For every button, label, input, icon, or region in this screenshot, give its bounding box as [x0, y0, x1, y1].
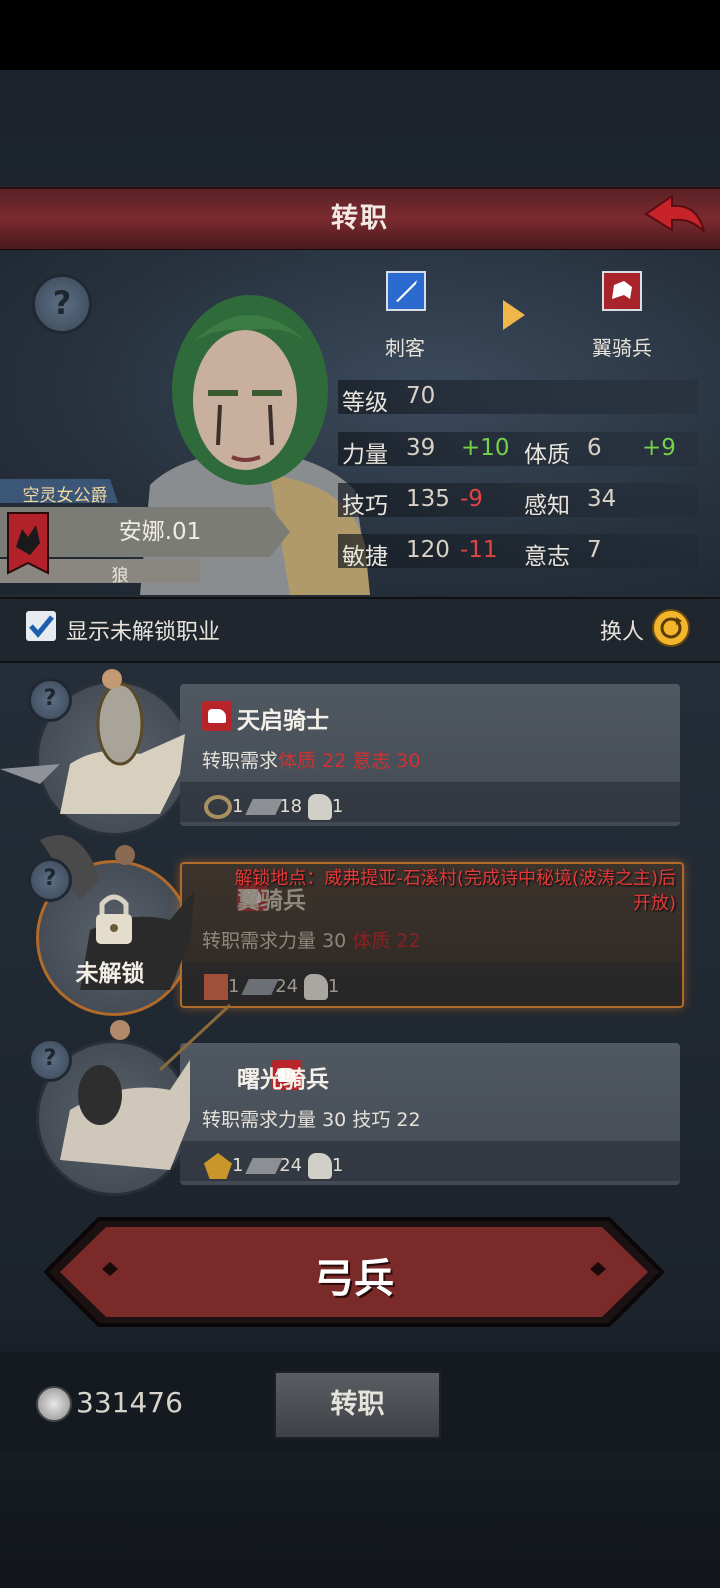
padlock-icon	[96, 894, 132, 944]
currency-amount: 331476	[76, 1386, 183, 1419]
help-icon-class-1[interactable]: ?	[28, 678, 72, 722]
cost-row: 1 24 1	[204, 1153, 343, 1179]
iron-bar-icon	[245, 799, 283, 815]
page-title: 转职	[331, 203, 389, 234]
silver-coin-icon	[36, 1386, 72, 1422]
cavalry-class-icon	[202, 701, 232, 731]
perception-value: 34	[587, 486, 617, 512]
dawn-cavalry-art	[60, 1003, 230, 1170]
hero-name: 安娜.01	[118, 519, 202, 545]
agility-delta: -11	[460, 537, 498, 563]
back-arrow-icon[interactable]	[642, 192, 708, 242]
swap-hero-label[interactable]: 换人	[600, 614, 644, 646]
convert-button[interactable]: 转职	[274, 1371, 441, 1439]
requirement-text: 转职需求体质 22 意志 30	[202, 750, 421, 772]
class-name: 曙光骑兵	[237, 1067, 329, 1093]
agility-value: 120	[406, 537, 450, 563]
iron-bar-icon	[241, 979, 279, 995]
requirement-text: 转职需求力量 30 体质 22	[202, 930, 421, 952]
cost-row: 1 18 1	[204, 794, 343, 820]
locked-label: 未解锁	[75, 961, 145, 987]
help-icon-class-3[interactable]: ?	[28, 1038, 72, 1082]
constitution-label: 体质	[524, 442, 570, 468]
medal-icon	[204, 974, 228, 1000]
help-icon[interactable]: ?	[32, 274, 92, 334]
stat-row-3	[338, 534, 698, 568]
status-bar-area	[0, 0, 720, 70]
constitution-value: 6	[587, 435, 602, 461]
constitution-delta: +9	[642, 435, 676, 461]
show-locked-label[interactable]: 显示未解锁职业	[66, 614, 220, 646]
from-class-label: 刺客	[385, 336, 425, 360]
class-name: 天启骑士	[237, 708, 329, 734]
arrow-right-icon	[503, 300, 525, 330]
emblem-icon	[204, 1153, 232, 1179]
perception-label: 感知	[524, 493, 570, 519]
checkmark-icon	[29, 615, 54, 638]
skill-delta: -9	[460, 486, 483, 512]
strength-label: 力量	[342, 442, 388, 468]
to-class-label: 翼骑兵	[592, 336, 652, 360]
winged-hussar-class-icon	[602, 271, 642, 311]
help-icon-class-2[interactable]: ?	[28, 858, 72, 902]
level-label: 等级	[342, 390, 388, 416]
will-label: 意志	[524, 544, 570, 570]
strength-delta: +10	[461, 435, 510, 461]
cost-row: 1 24 1	[204, 974, 339, 1000]
horse-icon	[307, 794, 332, 820]
hero-tag: 狼	[111, 566, 129, 586]
horse-icon	[303, 974, 328, 1000]
iron-bar-icon	[245, 1158, 283, 1174]
stat-row-2	[338, 483, 698, 517]
horse-icon	[307, 1153, 332, 1179]
will-value: 7	[587, 537, 602, 563]
title-badge: 空灵女公爵	[22, 486, 108, 506]
skill-value: 135	[406, 486, 450, 512]
requirement-text: 转职需求力量 30 技巧 22	[202, 1109, 421, 1131]
ring-icon	[204, 795, 232, 819]
level-value: 70	[406, 383, 436, 409]
show-locked-checkbox[interactable]	[26, 611, 56, 641]
assassin-class-icon	[386, 271, 426, 311]
swap-hero-icon[interactable]	[652, 609, 690, 647]
target-class-label: 弓兵	[314, 1256, 394, 1302]
skill-label: 技巧	[342, 493, 388, 519]
agility-label: 敏捷	[342, 544, 388, 570]
unlock-location-tooltip: 解锁地点：威弗提亚-石溪村(完成诗中秘境(波涛之主)后 开放)	[234, 868, 676, 914]
stat-row-level	[338, 380, 698, 414]
strength-value: 39	[406, 435, 436, 461]
